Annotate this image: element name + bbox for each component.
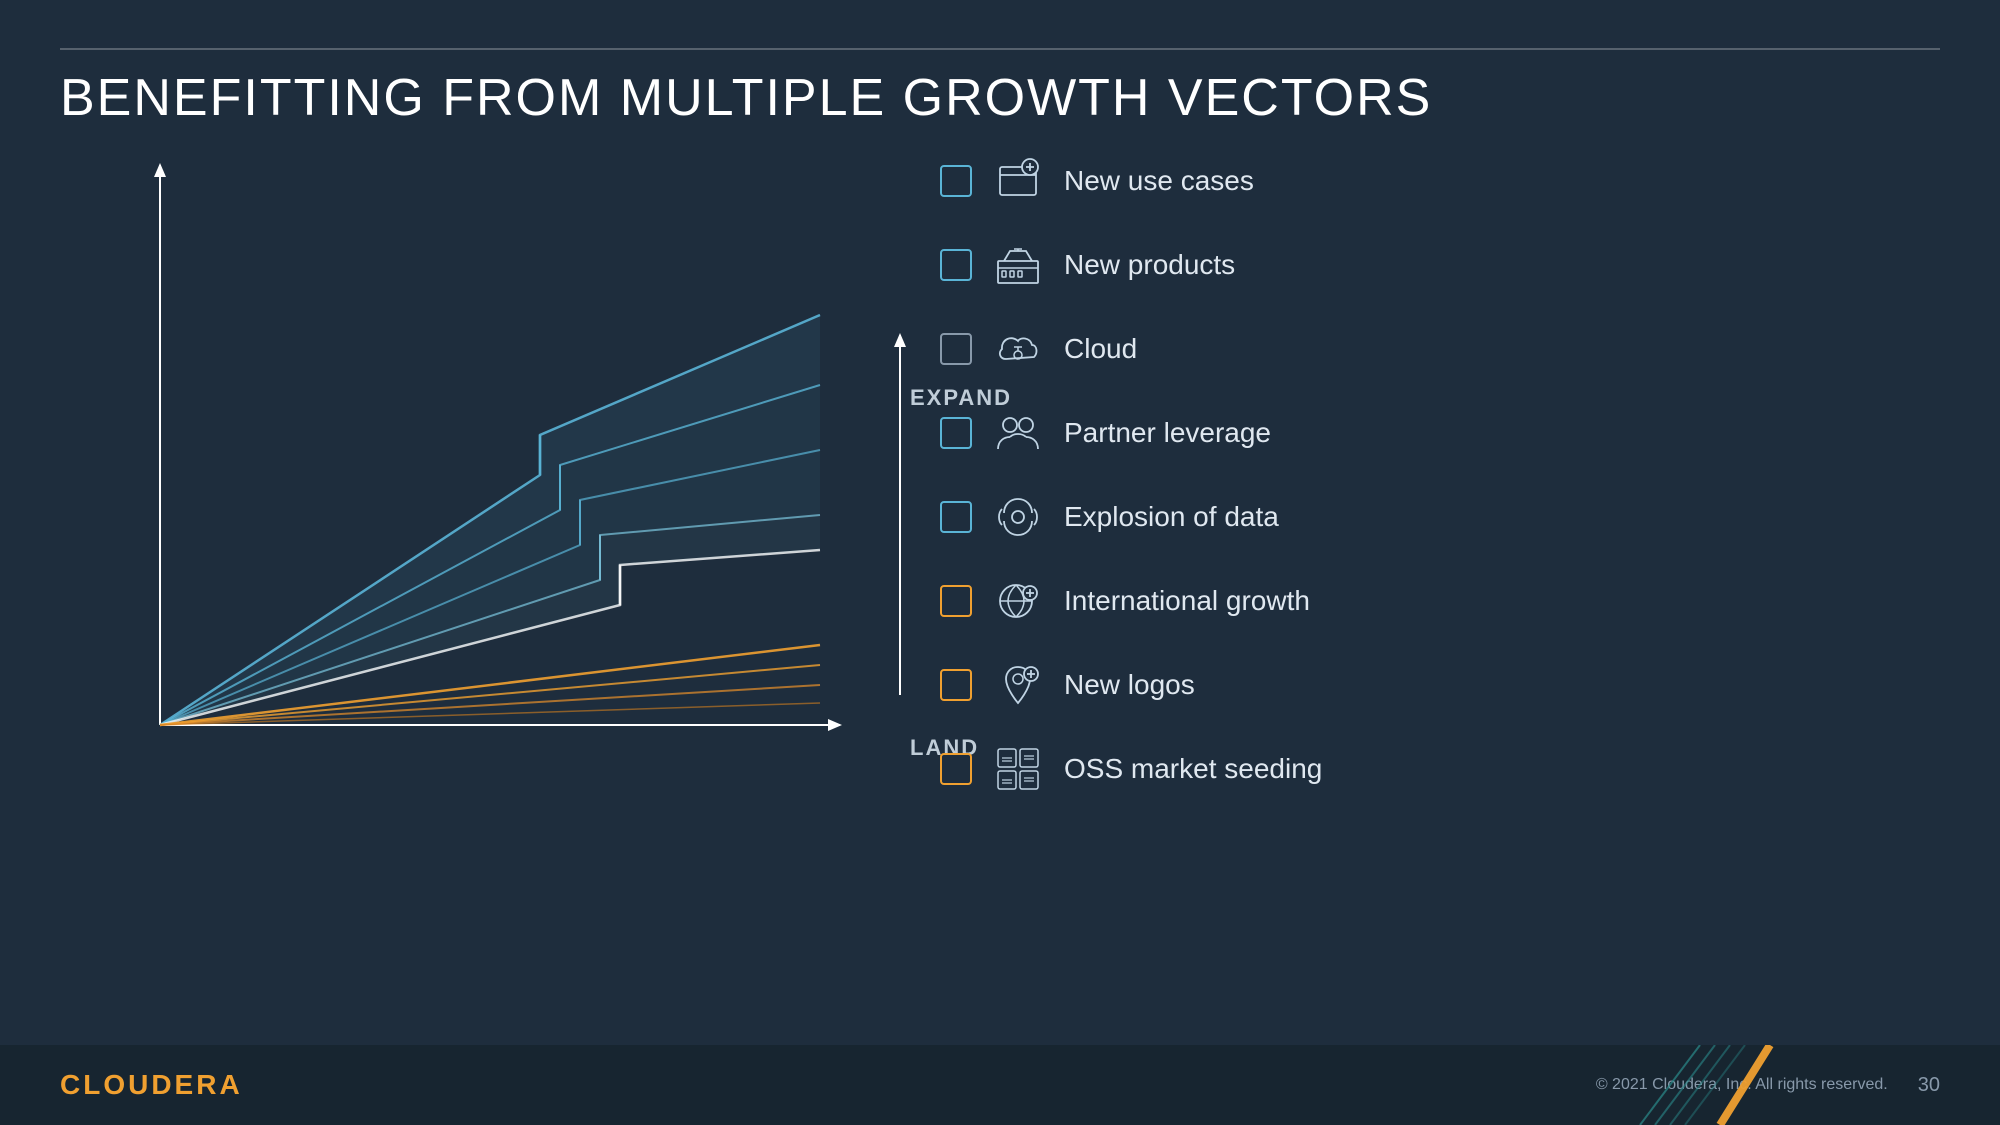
label-new-logos: New logos (1064, 669, 1195, 701)
legend-item-international-growth: International growth (940, 575, 1940, 627)
legend-item-partner-leverage: Partner leverage (940, 407, 1940, 459)
legend-item-oss-market-seeding: OSS market seeding (940, 743, 1940, 795)
checkbox-new-logos (940, 669, 972, 701)
checkbox-explosion-of-data (940, 501, 972, 533)
label-new-use-cases: New use cases (1064, 165, 1254, 197)
legend-item-new-use-cases: New use cases (940, 155, 1940, 207)
checkbox-new-products (940, 249, 972, 281)
legend-item-new-logos: New logos (940, 659, 1940, 711)
icon-oss-market-seeding (992, 743, 1044, 795)
slide-title: BENEFITTING FROM MULTIPLE GROWTH VECTORS (60, 68, 1432, 128)
label-cloud: Cloud (1064, 333, 1137, 365)
footer: CLOUDERA © 2021 Cloudera, Inc. All right… (0, 1045, 2000, 1125)
label-new-products: New products (1064, 249, 1235, 281)
growth-chart (60, 155, 880, 775)
icon-cloud (992, 323, 1044, 375)
icon-new-logos (992, 659, 1044, 711)
icon-new-products (992, 239, 1044, 291)
top-border (60, 48, 1940, 50)
icon-international-growth (992, 575, 1044, 627)
checkbox-new-use-cases (940, 165, 972, 197)
legend-area: New use cases New products (940, 155, 1940, 827)
icon-partner-leverage (992, 407, 1044, 459)
slide-container: BENEFITTING FROM MULTIPLE GROWTH VECTORS (0, 0, 2000, 1125)
icon-explosion-of-data (992, 491, 1044, 543)
page-number: 30 (1918, 1074, 1940, 1097)
checkbox-international-growth (940, 585, 972, 617)
label-oss-market-seeding: OSS market seeding (1064, 753, 1322, 785)
legend-item-explosion-of-data: Explosion of data (940, 491, 1940, 543)
chart-area: EXPAND LAND (60, 155, 880, 775)
checkbox-partner-leverage (940, 417, 972, 449)
icon-new-use-cases (992, 155, 1044, 207)
checkbox-cloud (940, 333, 972, 365)
label-explosion-of-data: Explosion of data (1064, 501, 1279, 533)
cloudera-logo: CLOUDERA (60, 1069, 243, 1101)
legend-item-cloud: Cloud (940, 323, 1940, 375)
label-international-growth: International growth (1064, 585, 1310, 617)
label-partner-leverage: Partner leverage (1064, 417, 1271, 449)
checkbox-oss-market-seeding (940, 753, 972, 785)
expand-axis (890, 315, 910, 715)
legend-item-new-products: New products (940, 239, 1940, 291)
footer-decoration (1620, 1045, 1800, 1125)
